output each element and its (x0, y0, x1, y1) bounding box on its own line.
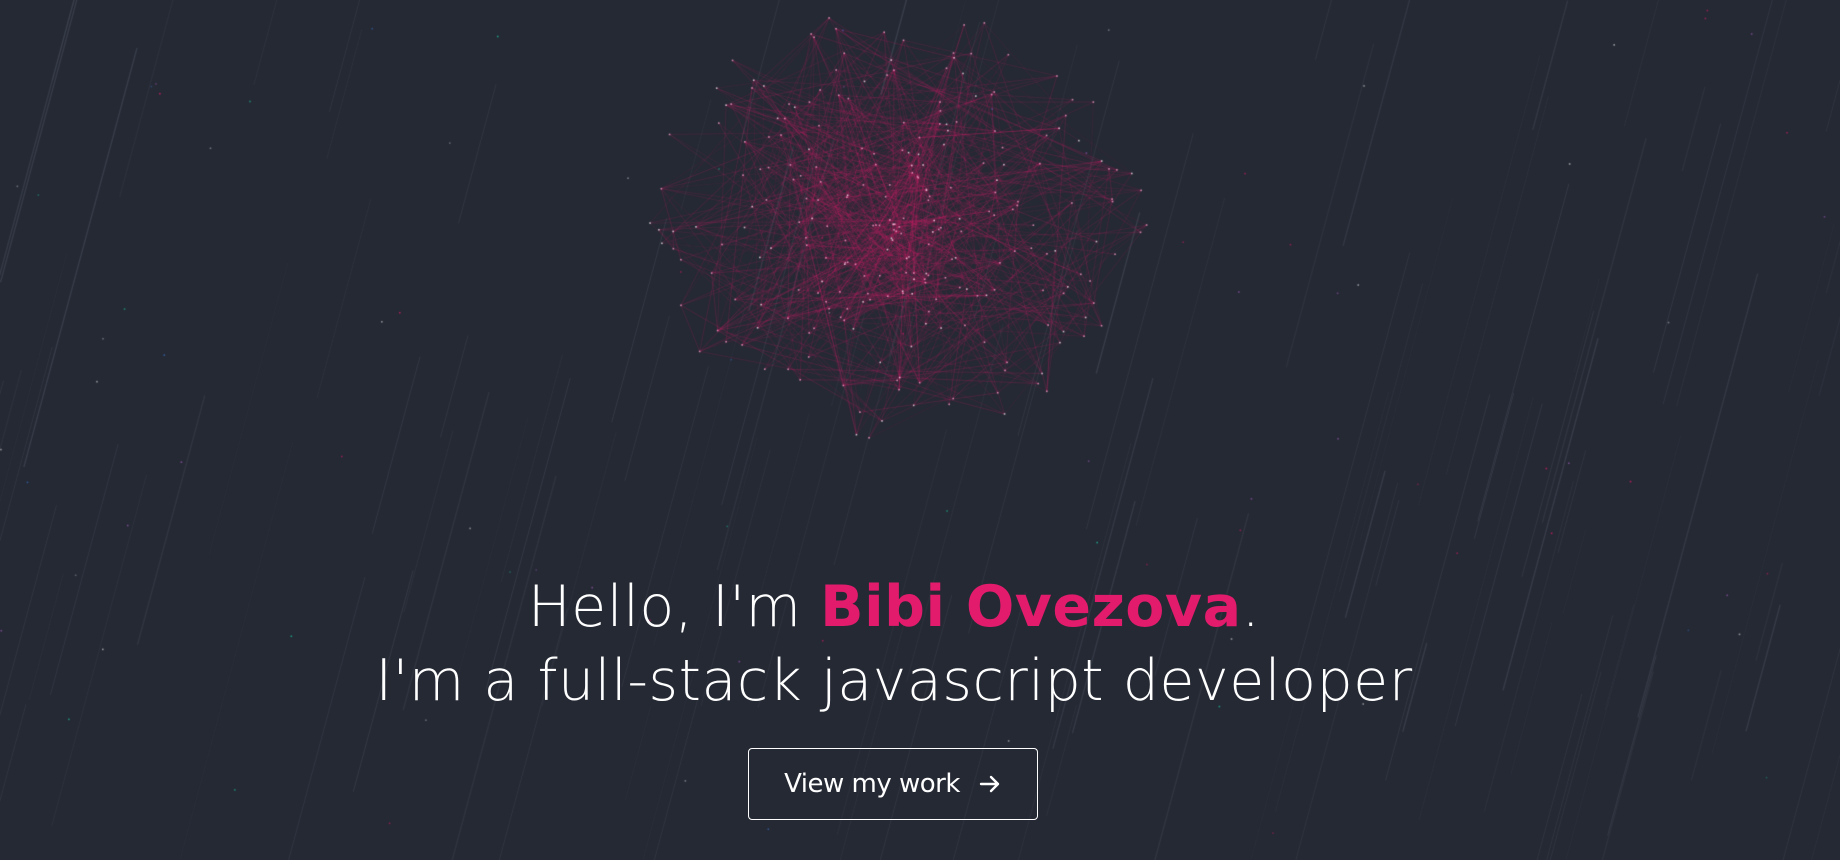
hero-intro: Hello, I'm Bibi Ovezova. I'm a full-stac… (0, 570, 1788, 718)
particle-background (0, 0, 1840, 860)
view-my-work-button[interactable]: View my work (748, 748, 1038, 820)
tagline: I'm a full-stack javascript developer (375, 648, 1413, 714)
developer-name: Bibi Ovezova (820, 574, 1242, 640)
view-my-work-label: View my work (784, 769, 960, 799)
arrow-right-icon (978, 772, 1002, 796)
greeting-line: Hello, I'm Bibi Ovezova. (0, 570, 1788, 644)
greeting-suffix: . (1241, 574, 1261, 640)
greeting-prefix: Hello, I'm (527, 574, 821, 640)
